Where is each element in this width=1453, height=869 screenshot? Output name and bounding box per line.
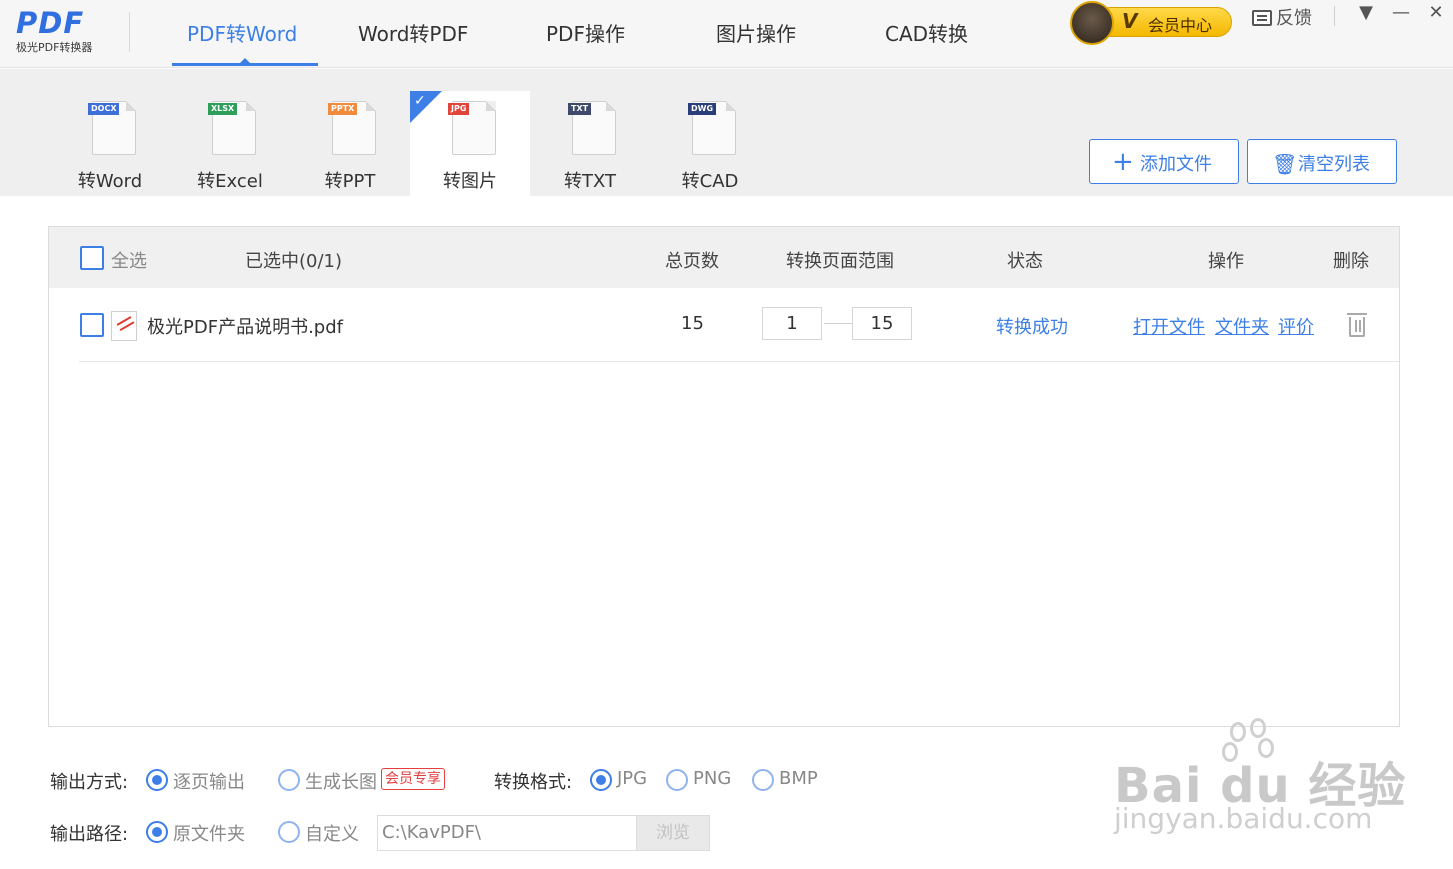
status-text: 转换成功: [996, 317, 1068, 338]
radio-jpg[interactable]: [590, 769, 612, 791]
open-folder-link[interactable]: 文件夹: [1215, 313, 1269, 339]
header-page-range: 转换页面范围: [786, 251, 894, 272]
app-logo: PDF 极光PDF转换器: [16, 6, 116, 56]
add-file-button[interactable]: + 添加文件: [1089, 139, 1239, 184]
tool-label: 转PPT: [324, 171, 376, 192]
vip-center-label: 会员中心: [1148, 16, 1213, 35]
tool-label: 转CAD: [681, 171, 739, 192]
header-status: 状态: [1007, 251, 1043, 272]
total-pages-value: 15: [681, 313, 704, 334]
trash-icon: 🗑: [1272, 152, 1298, 176]
format-label: 转换格式:: [494, 772, 573, 793]
select-all-label[interactable]: 全选: [111, 247, 147, 273]
tab-pdf-operations[interactable]: PDF操作: [546, 18, 625, 46]
tool-label: 转Excel: [197, 171, 263, 192]
excel-doc-icon: XLSX: [208, 101, 256, 157]
radio-original-folder[interactable]: [146, 821, 168, 843]
clear-list-button[interactable]: 🗑 清空列表: [1247, 139, 1397, 184]
table-header: 全选 已选中(0/1) 总页数 转换页面范围 状态 操作 删除: [49, 227, 1399, 288]
row-checkbox[interactable]: [80, 313, 104, 337]
cad-doc-icon: DWG: [688, 101, 736, 157]
tool-to-ppt[interactable]: PPTX 转PPT: [290, 91, 410, 196]
tab-image-operations[interactable]: 图片操作: [716, 18, 796, 46]
close-icon[interactable]: ✕: [1424, 2, 1448, 28]
radio-jpg-label[interactable]: JPG: [617, 768, 647, 789]
top-bar: PDF 极光PDF转换器 PDF转Word Word转PDF PDF操作 图片操…: [0, 0, 1453, 68]
vip-v-icon: V: [1122, 9, 1138, 33]
logo-mark: PDF: [16, 6, 85, 40]
tab-cad-conversion[interactable]: CAD转换: [885, 18, 968, 46]
clear-list-label: 清空列表: [1298, 154, 1370, 175]
avatar[interactable]: [1070, 1, 1114, 45]
browse-button[interactable]: 浏览: [636, 815, 710, 851]
app-window: PDF 极光PDF转换器 PDF转Word Word转PDF PDF操作 图片操…: [0, 0, 1453, 869]
checkmark-icon: ✓: [414, 93, 426, 109]
top-separator: [1334, 6, 1335, 26]
feedback-label: 反馈: [1276, 8, 1312, 29]
range-end-input[interactable]: 15: [852, 307, 912, 340]
open-file-link[interactable]: 打开文件: [1133, 313, 1205, 339]
watermark-url: jingyan.baidu.com: [1114, 802, 1373, 835]
radio-original-folder-label[interactable]: 原文件夹: [173, 820, 245, 846]
dropdown-menu-icon[interactable]: ▼: [1354, 2, 1378, 28]
select-all-checkbox[interactable]: [80, 246, 104, 270]
range-separator: [824, 323, 852, 324]
file-name: 极光PDF产品说明书.pdf: [147, 317, 343, 338]
tool-to-cad[interactable]: DWG 转CAD: [650, 91, 770, 196]
table-row: 极光PDF产品说明书.pdf 15 1 15 转换成功 打开文件 文件夹 评价: [49, 289, 1399, 363]
logo-subtitle: 极光PDF转换器: [16, 41, 93, 54]
radio-bmp-label[interactable]: BMP: [779, 768, 818, 789]
txt-doc-icon: TXT: [568, 101, 616, 157]
output-path-label: 输出路径:: [50, 824, 129, 845]
header-actions: 操作: [1208, 251, 1244, 272]
tool-to-image[interactable]: ✓ JPG 转图片: [410, 91, 530, 196]
rate-link[interactable]: 评价: [1278, 313, 1314, 339]
output-path-field[interactable]: C:\KavPDF\: [377, 815, 637, 851]
plus-icon: +: [1112, 147, 1134, 177]
radio-png-label[interactable]: PNG: [693, 768, 731, 789]
radio-long-image-label[interactable]: 生成长图: [305, 768, 377, 794]
feedback-button[interactable]: 反馈: [1252, 4, 1312, 29]
tool-label: 转图片: [443, 171, 497, 192]
radio-custom-path[interactable]: [278, 821, 300, 843]
image-doc-icon: JPG: [448, 101, 496, 157]
add-file-label: 添加文件: [1140, 154, 1212, 175]
radio-long-image[interactable]: [278, 769, 300, 791]
feedback-icon: [1252, 10, 1272, 26]
baidu-watermark: Bai du 经验 jingyan.baidu.com: [1110, 718, 1405, 835]
tab-word-to-pdf[interactable]: Word转PDF: [358, 18, 468, 46]
pdf-file-icon: [111, 311, 137, 341]
tool-label: 转Word: [77, 171, 143, 192]
file-list-table: 全选 已选中(0/1) 总页数 转换页面范围 状态 操作 删除 极光PDF产品说…: [48, 226, 1400, 727]
range-start-input[interactable]: 1: [762, 307, 822, 340]
radio-png[interactable]: [666, 769, 688, 791]
tool-label: 转TXT: [563, 171, 616, 192]
header-delete: 删除: [1333, 251, 1369, 272]
logo-divider: [129, 12, 130, 52]
vip-center-button[interactable]: V 会员中心: [1070, 1, 1234, 45]
delete-row-icon[interactable]: [1347, 313, 1367, 337]
word-doc-icon: DOCX: [88, 101, 136, 157]
radio-page-by-page[interactable]: [146, 769, 168, 791]
active-tab-indicator: [172, 58, 318, 66]
header-total-pages: 总页数: [665, 251, 719, 272]
radio-custom-path-label[interactable]: 自定义: [305, 820, 359, 846]
minimize-icon[interactable]: —: [1389, 2, 1413, 28]
tab-pdf-to-word[interactable]: PDF转Word: [187, 18, 297, 46]
output-mode-label: 输出方式:: [50, 772, 129, 793]
tool-to-excel[interactable]: XLSX 转Excel: [170, 91, 290, 196]
tool-to-txt[interactable]: TXT 转TXT: [530, 91, 650, 196]
vip-only-badge: 会员专享: [381, 768, 445, 790]
row-divider: [79, 361, 1399, 362]
radio-bmp[interactable]: [752, 769, 774, 791]
selected-count: 已选中(0/1): [245, 251, 343, 272]
ppt-doc-icon: PPTX: [328, 101, 376, 157]
tool-to-word[interactable]: DOCX 转Word: [50, 91, 170, 196]
radio-page-by-page-label[interactable]: 逐页输出: [173, 768, 245, 794]
